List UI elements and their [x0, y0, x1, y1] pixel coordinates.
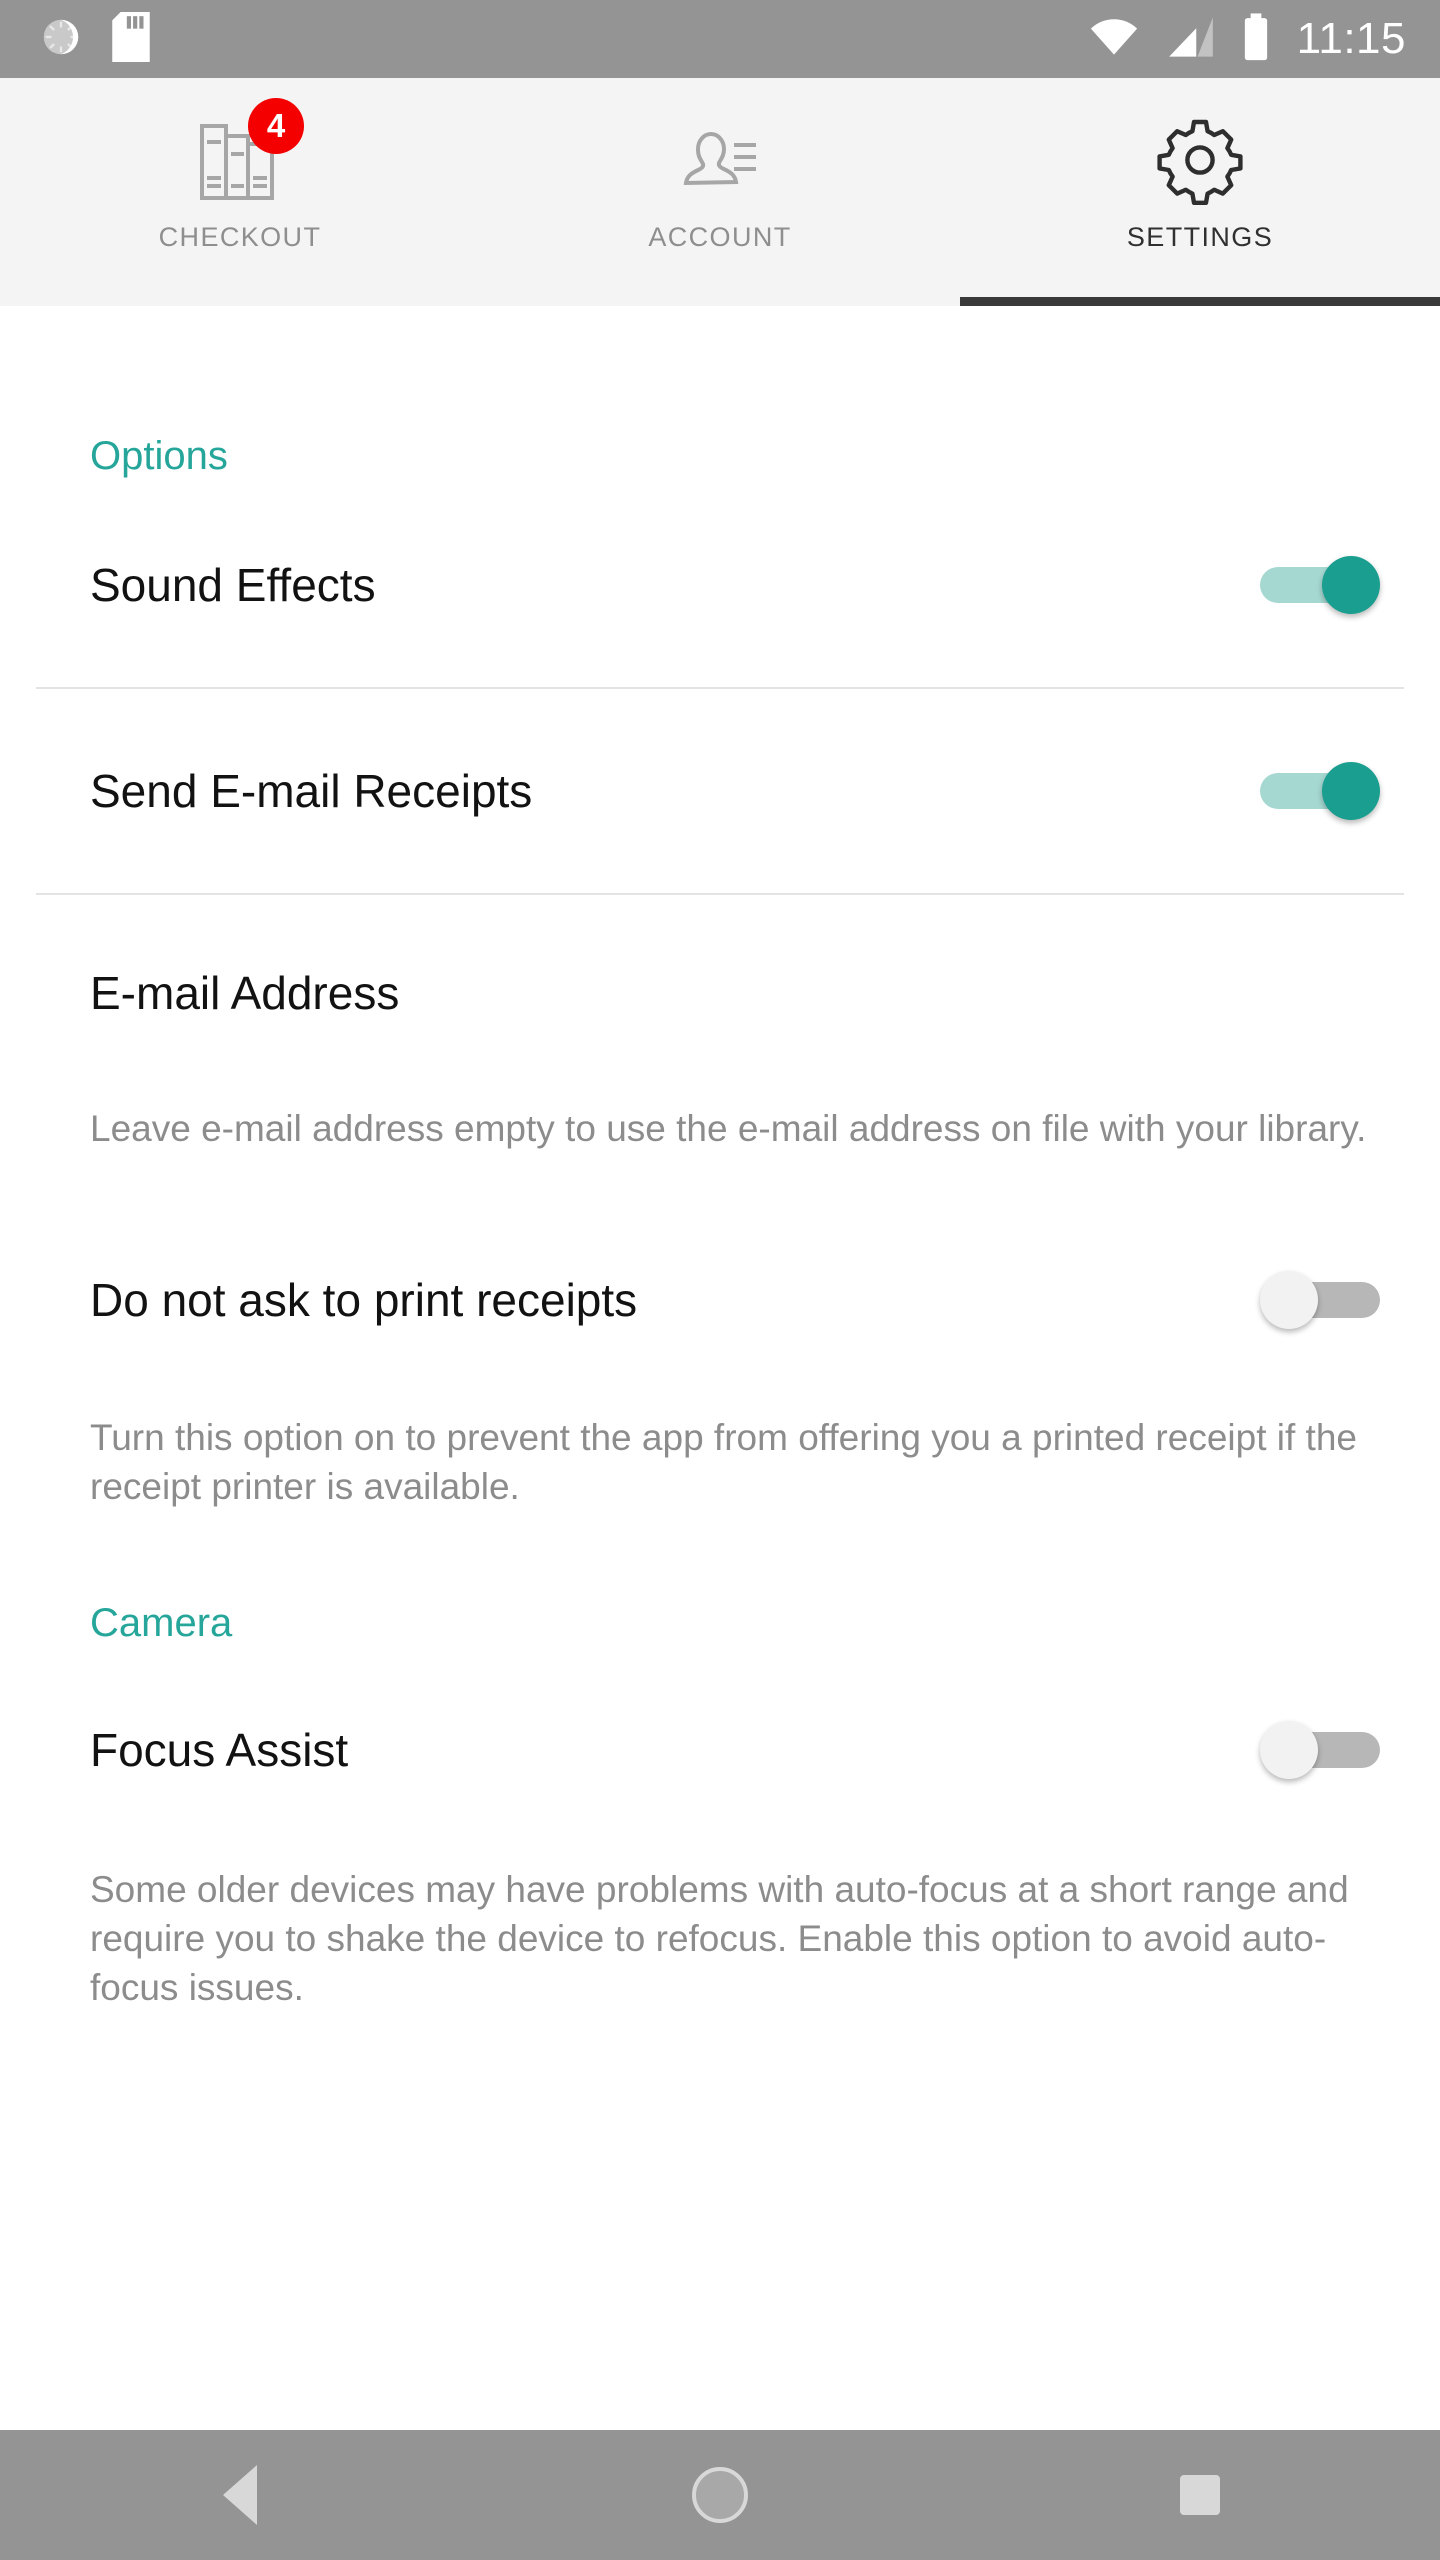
row-sound-effects[interactable]: Sound Effects	[0, 525, 1440, 645]
nav-back-button[interactable]	[0, 2465, 480, 2525]
toggle-thumb	[1260, 1270, 1318, 1329]
status-bar-right-icons: 11:15	[1087, 12, 1406, 66]
status-bar-left-icons	[38, 11, 150, 67]
app-screen: 11:15 4 CHECKOUT ACCOUNT SETTINGS Option…	[0, 0, 1440, 2560]
nav-home-button[interactable]	[480, 2467, 960, 2523]
tab-bar: 4 CHECKOUT ACCOUNT SETTINGS	[0, 78, 1440, 306]
toggle-thumb	[1260, 1721, 1318, 1780]
nav-recents-button[interactable]	[960, 2475, 1440, 2515]
android-nav-bar	[0, 2430, 1440, 2560]
section-header-options: Options	[90, 434, 228, 478]
tab-settings-icon-wrap	[1154, 108, 1246, 216]
toggle-thumb	[1322, 762, 1380, 820]
row-send-email-receipts[interactable]: Send E-mail Receipts	[0, 731, 1440, 851]
section-header-camera: Camera	[90, 1601, 233, 1646]
email-address-helper-text: Leave e-mail address empty to use the e-…	[90, 1108, 1367, 1149]
checkout-badge: 4	[248, 98, 304, 154]
status-bar-clock: 11:15	[1296, 14, 1406, 63]
do-not-ask-print-toggle[interactable]	[1260, 1264, 1380, 1336]
wifi-icon	[1087, 15, 1141, 64]
recents-square-icon	[1180, 2475, 1220, 2515]
tab-account[interactable]: ACCOUNT	[480, 78, 960, 306]
tab-account-label: ACCOUNT	[648, 222, 792, 252]
row-email-address[interactable]: E-mail Address	[0, 933, 1440, 1053]
toggle-thumb	[1322, 556, 1380, 614]
home-circle-icon	[692, 2467, 748, 2523]
row-do-not-ask-print[interactable]: Do not ask to print receipts	[0, 1240, 1440, 1360]
send-email-receipts-toggle[interactable]	[1260, 755, 1380, 827]
focus-assist-label: Focus Assist	[90, 1724, 349, 1777]
row-focus-assist[interactable]: Focus Assist	[0, 1690, 1440, 1810]
email-address-label: E-mail Address	[90, 967, 400, 1019]
tab-checkout[interactable]: 4 CHECKOUT	[0, 78, 480, 306]
tab-account-icon-wrap	[672, 108, 768, 216]
sd-card-icon	[112, 11, 150, 67]
active-tab-indicator	[960, 297, 1440, 306]
person-details-icon	[672, 117, 768, 208]
focus-assist-helper-text: Some older devices may have problems wit…	[90, 1869, 1349, 2009]
print-receipts-helper-text: Turn this option on to prevent the app f…	[90, 1416, 1357, 1507]
tab-settings[interactable]: SETTINGS	[960, 78, 1440, 306]
focus-assist-toggle[interactable]	[1260, 1714, 1380, 1786]
send-email-receipts-label: Send E-mail Receipts	[90, 765, 533, 817]
sound-effects-toggle[interactable]	[1260, 549, 1380, 621]
tab-settings-label: SETTINGS	[1126, 222, 1274, 252]
spacer-top	[0, 306, 1440, 434]
tab-checkout-icon-wrap: 4	[192, 98, 304, 216]
do-not-ask-print-label: Do not ask to print receipts	[90, 1273, 638, 1326]
tab-checkout-label: CHECKOUT	[158, 222, 322, 252]
sound-effects-label: Sound Effects	[90, 559, 376, 611]
back-triangle-icon	[223, 2465, 257, 2525]
battery-icon	[1241, 12, 1271, 66]
gear-icon	[1154, 114, 1246, 211]
cellular-signal-icon	[1167, 15, 1215, 64]
status-bar: 11:15	[0, 0, 1440, 78]
settings-content: Options Sound Effects Send E-mail Receip…	[0, 306, 1440, 2430]
sync-spinner-icon	[38, 14, 84, 65]
